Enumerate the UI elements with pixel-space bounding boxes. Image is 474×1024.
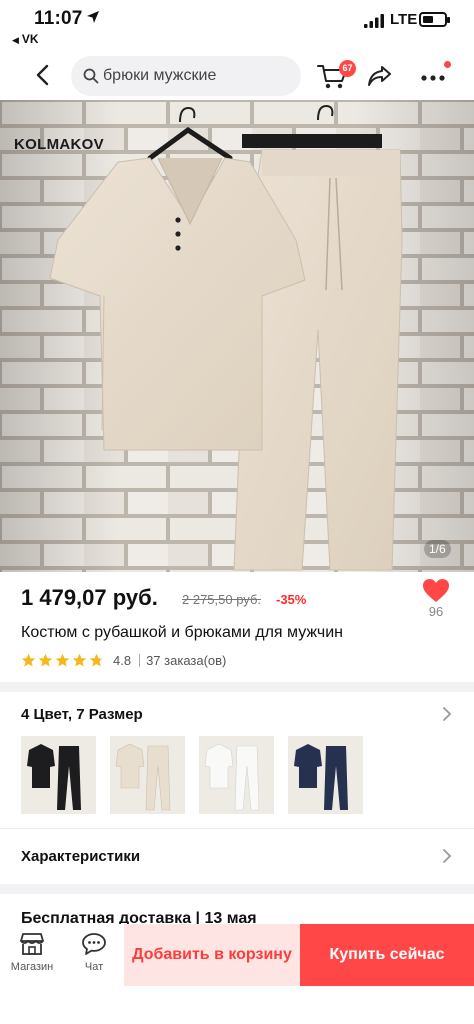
row-divider	[0, 828, 474, 829]
search-icon	[83, 68, 99, 84]
product-image-gallery[interactable]: KOLMAKOV 1/6	[0, 100, 474, 572]
variant-image	[199, 736, 274, 814]
tab-chat[interactable]: Чат	[69, 932, 119, 973]
variants-title[interactable]: 4 Цвет, 7 Размер	[21, 706, 143, 723]
star-icon	[38, 653, 53, 666]
status-bar: 11:07 ◀ VK LTE	[0, 0, 474, 52]
orders-count: 37 заказа(ов)	[146, 652, 227, 668]
variant-thumb-navy[interactable]	[288, 736, 363, 814]
old-price: 2 275,50 руб.	[182, 592, 262, 607]
back-app-label: VK	[21, 32, 39, 46]
variant-thumb-white[interactable]	[199, 736, 274, 814]
back-arrow-icon[interactable]	[30, 62, 56, 88]
variant-image	[110, 736, 185, 814]
brand-label: KOLMAKOV	[14, 136, 104, 153]
back-triangle-icon: ◀	[12, 35, 19, 45]
status-time: 11:07	[34, 8, 83, 29]
tab-shop[interactable]: Магазин	[7, 932, 57, 973]
product-page: 11:07 ◀ VK LTE брюки мужские 67 KOLMAKOV…	[0, 0, 474, 1024]
chevron-right-icon[interactable]	[441, 707, 453, 721]
battery-icon	[419, 12, 450, 27]
share-icon[interactable]	[367, 64, 393, 88]
likes-count: 96	[428, 604, 444, 619]
product-title: Костюм с рубашкой и брюками для мужчин	[21, 624, 343, 641]
cart-count-badge: 67	[339, 60, 356, 77]
rating-row[interactable]: 4.8 37 заказа(ов)	[21, 651, 226, 669]
chevron-right-icon[interactable]	[441, 849, 453, 863]
tab-shop-label: Магазин	[10, 961, 54, 973]
signal-icon	[364, 14, 384, 28]
variant-image	[21, 736, 96, 814]
star-icon	[72, 653, 87, 666]
star-icon	[21, 653, 36, 666]
network-type: LTE	[390, 11, 418, 28]
back-to-app-link[interactable]: ◀ VK	[12, 32, 39, 46]
section-divider	[0, 682, 474, 692]
variant-thumb-beige[interactable]	[110, 736, 185, 814]
store-icon	[20, 933, 44, 955]
rating-divider	[139, 653, 141, 667]
star-icon	[55, 653, 70, 666]
current-price: 1 479,07 руб.	[21, 585, 158, 610]
rating-value: 4.8	[113, 652, 132, 668]
bottom-action-bar: Магазин Чат Добавить в корзину Купить се…	[0, 924, 474, 1024]
heart-icon[interactable]	[422, 578, 450, 604]
buy-now-button[interactable]: Купить сейчас	[300, 924, 474, 986]
search-input[interactable]: брюки мужские	[71, 56, 301, 96]
search-query: брюки мужские	[103, 67, 217, 84]
product-photo	[0, 100, 474, 572]
header: брюки мужские 67	[0, 52, 474, 100]
variant-image	[288, 736, 363, 814]
discount-badge: -35%	[276, 592, 307, 607]
star-half-icon	[89, 653, 104, 666]
chat-icon	[82, 933, 106, 955]
section-divider	[0, 884, 474, 894]
image-counter: 1/6	[424, 540, 451, 558]
tab-chat-label: Чат	[84, 961, 104, 973]
location-arrow-icon	[87, 11, 99, 23]
add-to-cart-button[interactable]: Добавить в корзину	[124, 924, 300, 986]
variant-thumb-black[interactable]	[21, 736, 96, 814]
variant-list	[21, 736, 366, 814]
characteristics-title[interactable]: Характеристики	[21, 848, 140, 865]
notification-dot	[444, 61, 451, 68]
